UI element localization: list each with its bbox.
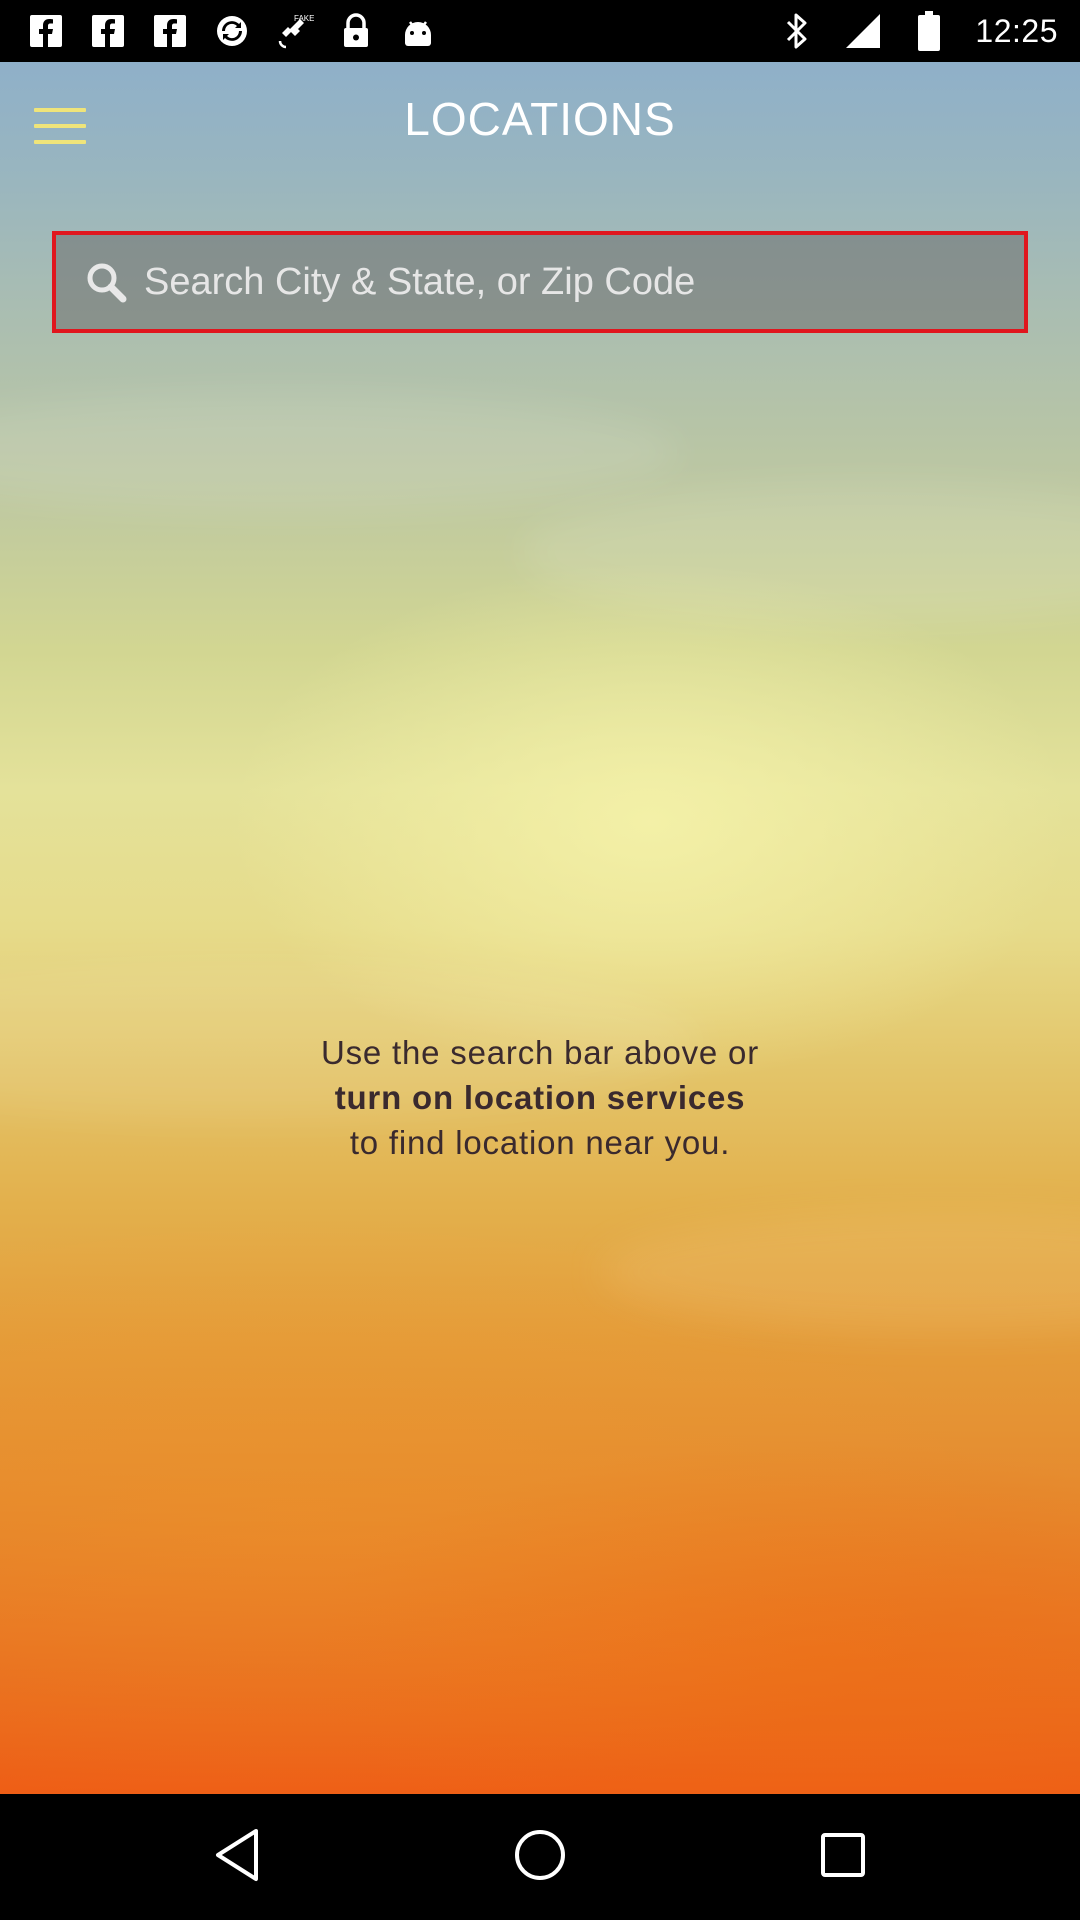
screen: FAKE 12:25 LOCATIONS Search City & State… xyxy=(0,0,1080,1920)
status-bar: FAKE 12:25 xyxy=(0,0,1080,62)
facebook-icon xyxy=(26,11,66,51)
hint-line-3: to find location near you. xyxy=(349,1124,731,1161)
home-button[interactable] xyxy=(507,1824,573,1890)
home-icon xyxy=(512,1827,568,1888)
satellite-fake-gps-icon: FAKE xyxy=(274,11,314,51)
svg-text:FAKE: FAKE xyxy=(294,14,314,23)
bluetooth-icon xyxy=(777,11,817,51)
page-title: LOCATIONS xyxy=(404,93,676,145)
notification-icons: FAKE xyxy=(26,10,438,52)
facebook-icon xyxy=(88,11,128,51)
search-icon xyxy=(78,254,134,310)
sync-icon xyxy=(212,11,252,51)
back-button[interactable] xyxy=(204,1824,270,1890)
location-services-link[interactable]: turn on location services xyxy=(0,1075,1080,1120)
recents-icon xyxy=(819,1831,867,1884)
cloud-streak xyxy=(0,392,680,512)
lock-icon xyxy=(336,11,376,51)
location-hint-message: Use the search bar above or turn on loca… xyxy=(0,1030,1080,1165)
system-indicators: 12:25 xyxy=(777,8,1058,54)
battery-icon xyxy=(909,11,949,51)
signal-icon xyxy=(843,11,883,51)
cloud-streak xyxy=(520,482,1080,622)
android-icon xyxy=(398,11,438,51)
back-icon xyxy=(212,1827,262,1888)
hint-line-1: Use the search bar above or xyxy=(321,1034,759,1071)
search-input[interactable] xyxy=(142,241,1004,323)
clock: 12:25 xyxy=(975,12,1058,49)
recents-button[interactable] xyxy=(810,1824,876,1890)
navigation-bar xyxy=(0,1794,1080,1920)
search-bar[interactable] xyxy=(52,231,1028,333)
facebook-icon xyxy=(150,11,190,51)
cloud-streak xyxy=(600,1212,1080,1332)
